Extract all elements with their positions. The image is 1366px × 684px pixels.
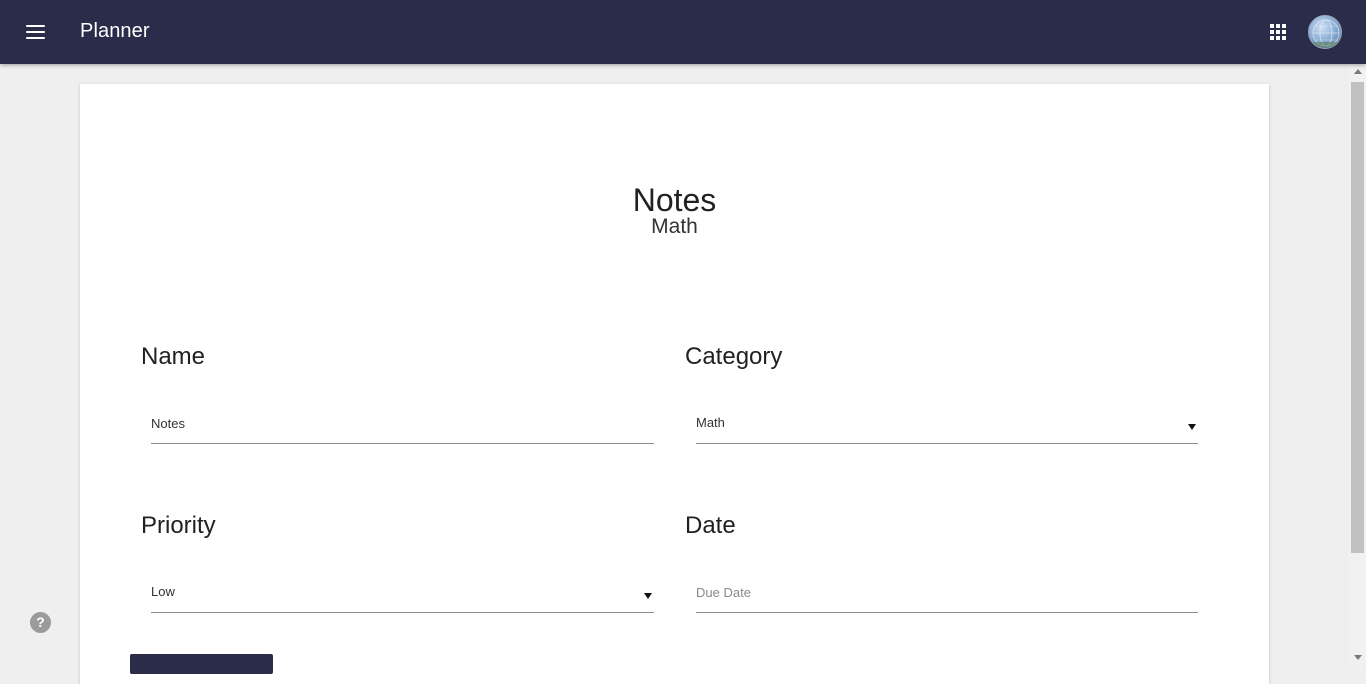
submit-button[interactable] [130,654,273,674]
priority-label: Priority [141,512,216,539]
name-label: Name [141,343,206,370]
help-icon[interactable]: ? [30,612,51,633]
category-select[interactable]: Math [696,410,1198,444]
scrollbar-thumb[interactable] [1351,82,1364,553]
due-date-placeholder: Due Date [696,585,751,600]
priority-select[interactable]: Low [151,579,654,613]
page-subtitle: Math [651,215,698,238]
globe-icon [1309,19,1341,48]
scrollbar[interactable] [1349,64,1366,665]
apps-grid-icon[interactable] [1266,20,1290,44]
name-input[interactable]: Notes [151,410,654,444]
scroll-down-arrow-icon[interactable] [1354,655,1362,660]
category-value: Math [696,415,725,430]
dropdown-caret-icon [1188,424,1196,430]
category-label: Category [685,343,783,370]
due-date-input[interactable]: Due Date [696,579,1198,613]
dropdown-caret-icon [644,593,652,599]
avatar[interactable] [1308,15,1342,49]
priority-value: Low [151,584,175,599]
scroll-up-arrow-icon[interactable] [1354,69,1362,74]
menu-icon[interactable] [22,21,50,43]
date-label: Date [685,512,736,539]
app-bar: Planner [0,0,1366,64]
name-value: Notes [151,416,185,431]
app-title: Planner [80,20,150,42]
page-title: Notes [632,182,717,218]
